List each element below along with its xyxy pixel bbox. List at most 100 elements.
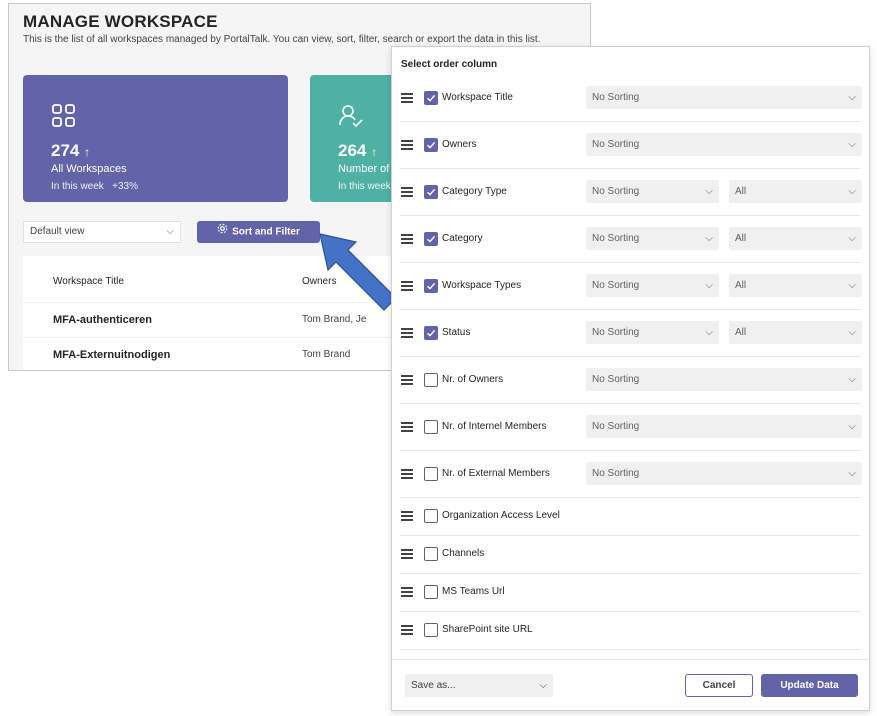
drag-handle-icon[interactable] — [401, 549, 413, 559]
chevron-down-icon: ⌵ — [705, 233, 713, 244]
column-row[interactable]: Channels — [400, 535, 861, 574]
all-workspaces-card[interactable]: 274 ↑ All Workspaces In this week +33% — [23, 75, 288, 202]
column-checkbox[interactable] — [424, 623, 438, 637]
column-checkbox[interactable] — [424, 420, 438, 434]
chevron-down-icon: ⌵ — [705, 186, 713, 197]
column-row[interactable]: SharePoint site URL — [400, 611, 861, 650]
sort-value: No Sorting — [592, 327, 640, 338]
filter-dropdown[interactable]: All ⌵ — [729, 274, 862, 297]
sort-dropdown[interactable]: No Sorting ⌵ — [586, 86, 862, 109]
column-row[interactable]: Status No Sorting ⌵ All ⌵ — [400, 309, 862, 357]
card-week: In this week — [338, 181, 391, 192]
save-as-select[interactable]: Save as... ⌵ — [405, 674, 553, 697]
chevron-down-icon: ⌵ — [166, 226, 174, 237]
column-row[interactable]: Nr. of External Members No Sorting ⌵ — [400, 450, 862, 498]
sort-dropdown[interactable]: No Sorting ⌵ — [586, 462, 862, 485]
checkmark-icon — [427, 141, 436, 149]
trend-up-icon: ↑ — [371, 145, 378, 159]
view-select-value: Default view — [30, 226, 85, 237]
drag-handle-icon[interactable] — [401, 375, 413, 385]
sort-dropdown[interactable]: No Sorting ⌵ — [586, 227, 719, 250]
column-checkbox[interactable] — [424, 467, 438, 481]
column-row[interactable]: MS Teams Url — [400, 573, 861, 612]
drag-handle-icon[interactable] — [401, 469, 413, 479]
drag-handle-icon[interactable] — [401, 281, 413, 291]
card-value: 274 — [51, 141, 80, 160]
sort-value: No Sorting — [592, 374, 640, 385]
column-checkbox[interactable] — [424, 232, 438, 246]
column-row[interactable]: Organization Access Level — [400, 497, 861, 536]
drag-handle-icon[interactable] — [401, 625, 413, 635]
filter-dropdown[interactable]: All ⌵ — [729, 227, 862, 250]
dialog-footer-divider — [392, 659, 869, 660]
sort-dropdown[interactable]: No Sorting ⌵ — [586, 180, 719, 203]
drag-handle-icon[interactable] — [401, 187, 413, 197]
checkmark-icon — [427, 188, 436, 196]
column-row[interactable]: Nr. of Owners No Sorting ⌵ — [400, 356, 862, 404]
column-label: Organization Access Level — [442, 510, 560, 521]
checkmark-icon — [427, 94, 436, 102]
chevron-down-icon: ⌵ — [848, 374, 856, 385]
chevron-down-icon: ⌵ — [539, 680, 547, 691]
grid-icon — [51, 103, 77, 134]
callout-arrow — [319, 233, 397, 311]
drag-handle-icon[interactable] — [401, 93, 413, 103]
sort-value: No Sorting — [592, 421, 640, 432]
chevron-down-icon: ⌵ — [848, 186, 856, 197]
filter-value: All — [735, 186, 747, 197]
sort-dropdown[interactable]: No Sorting ⌵ — [586, 415, 862, 438]
column-checkbox[interactable] — [424, 185, 438, 199]
sort-and-filter-button[interactable]: Sort and Filter — [197, 221, 320, 243]
card-value: 264 — [338, 141, 367, 160]
drag-handle-icon[interactable] — [401, 140, 413, 150]
filter-value: All — [735, 233, 747, 244]
column-checkbox[interactable] — [424, 509, 438, 523]
sort-dropdown[interactable]: No Sorting ⌵ — [586, 274, 719, 297]
page-subtitle: This is the list of all workspaces manag… — [23, 34, 541, 45]
cancel-button[interactable]: Cancel — [685, 674, 753, 697]
column-checkbox[interactable] — [424, 91, 438, 105]
column-checkbox[interactable] — [424, 373, 438, 387]
sort-dropdown[interactable]: No Sorting ⌵ — [586, 321, 719, 344]
drag-handle-icon[interactable] — [401, 234, 413, 244]
filter-dropdown[interactable]: All ⌵ — [729, 180, 862, 203]
sort-and-filter-label: Sort and Filter — [232, 226, 300, 238]
column-header[interactable]: Workspace Title — [53, 276, 124, 287]
column-checkbox[interactable] — [424, 138, 438, 152]
column-label: MS Teams Url — [442, 586, 505, 597]
sort-dropdown[interactable]: No Sorting ⌵ — [586, 368, 862, 391]
checkmark-icon — [427, 282, 436, 290]
drag-handle-icon[interactable] — [401, 422, 413, 432]
chevron-down-icon: ⌵ — [848, 233, 856, 244]
column-row[interactable]: Category Type No Sorting ⌵ All ⌵ — [400, 168, 862, 216]
sort-filter-dialog: Select order column Workspace Title No So… — [391, 46, 870, 711]
column-row[interactable]: Category No Sorting ⌵ All ⌵ — [400, 215, 862, 263]
view-select[interactable]: Default view ⌵ — [23, 221, 181, 243]
filter-value: All — [735, 327, 747, 338]
sort-dropdown[interactable]: No Sorting ⌵ — [586, 133, 862, 156]
column-row[interactable]: Workspace Title No Sorting ⌵ — [400, 74, 862, 122]
workspace-owners: Tom Brand — [302, 349, 351, 360]
column-row[interactable]: Workspace Types No Sorting ⌵ All ⌵ — [400, 262, 862, 310]
page-title: MANAGE WORKSPACE — [23, 12, 218, 31]
chevron-down-icon: ⌵ — [848, 421, 856, 432]
column-checkbox[interactable] — [424, 326, 438, 340]
chevron-down-icon: ⌵ — [705, 280, 713, 291]
column-checkbox[interactable] — [424, 547, 438, 561]
filter-dropdown[interactable]: All ⌵ — [729, 321, 862, 344]
drag-handle-icon[interactable] — [401, 511, 413, 521]
sort-value: No Sorting — [592, 468, 640, 479]
drag-handle-icon[interactable] — [401, 587, 413, 597]
workspace-title: MFA-authenticeren — [53, 314, 153, 326]
column-checkbox[interactable] — [424, 279, 438, 293]
gear-icon — [217, 221, 228, 243]
drag-handle-icon[interactable] — [401, 328, 413, 338]
save-as-placeholder: Save as... — [411, 680, 456, 691]
person-check-icon — [338, 103, 364, 134]
column-row[interactable]: Owners No Sorting ⌵ — [400, 121, 862, 169]
sort-value: No Sorting — [592, 233, 640, 244]
column-row[interactable]: Nr. of Internel Members No Sorting ⌵ — [400, 403, 862, 451]
update-data-button[interactable]: Update Data — [761, 674, 858, 697]
column-label: SharePoint site URL — [442, 624, 533, 635]
column-checkbox[interactable] — [424, 585, 438, 599]
